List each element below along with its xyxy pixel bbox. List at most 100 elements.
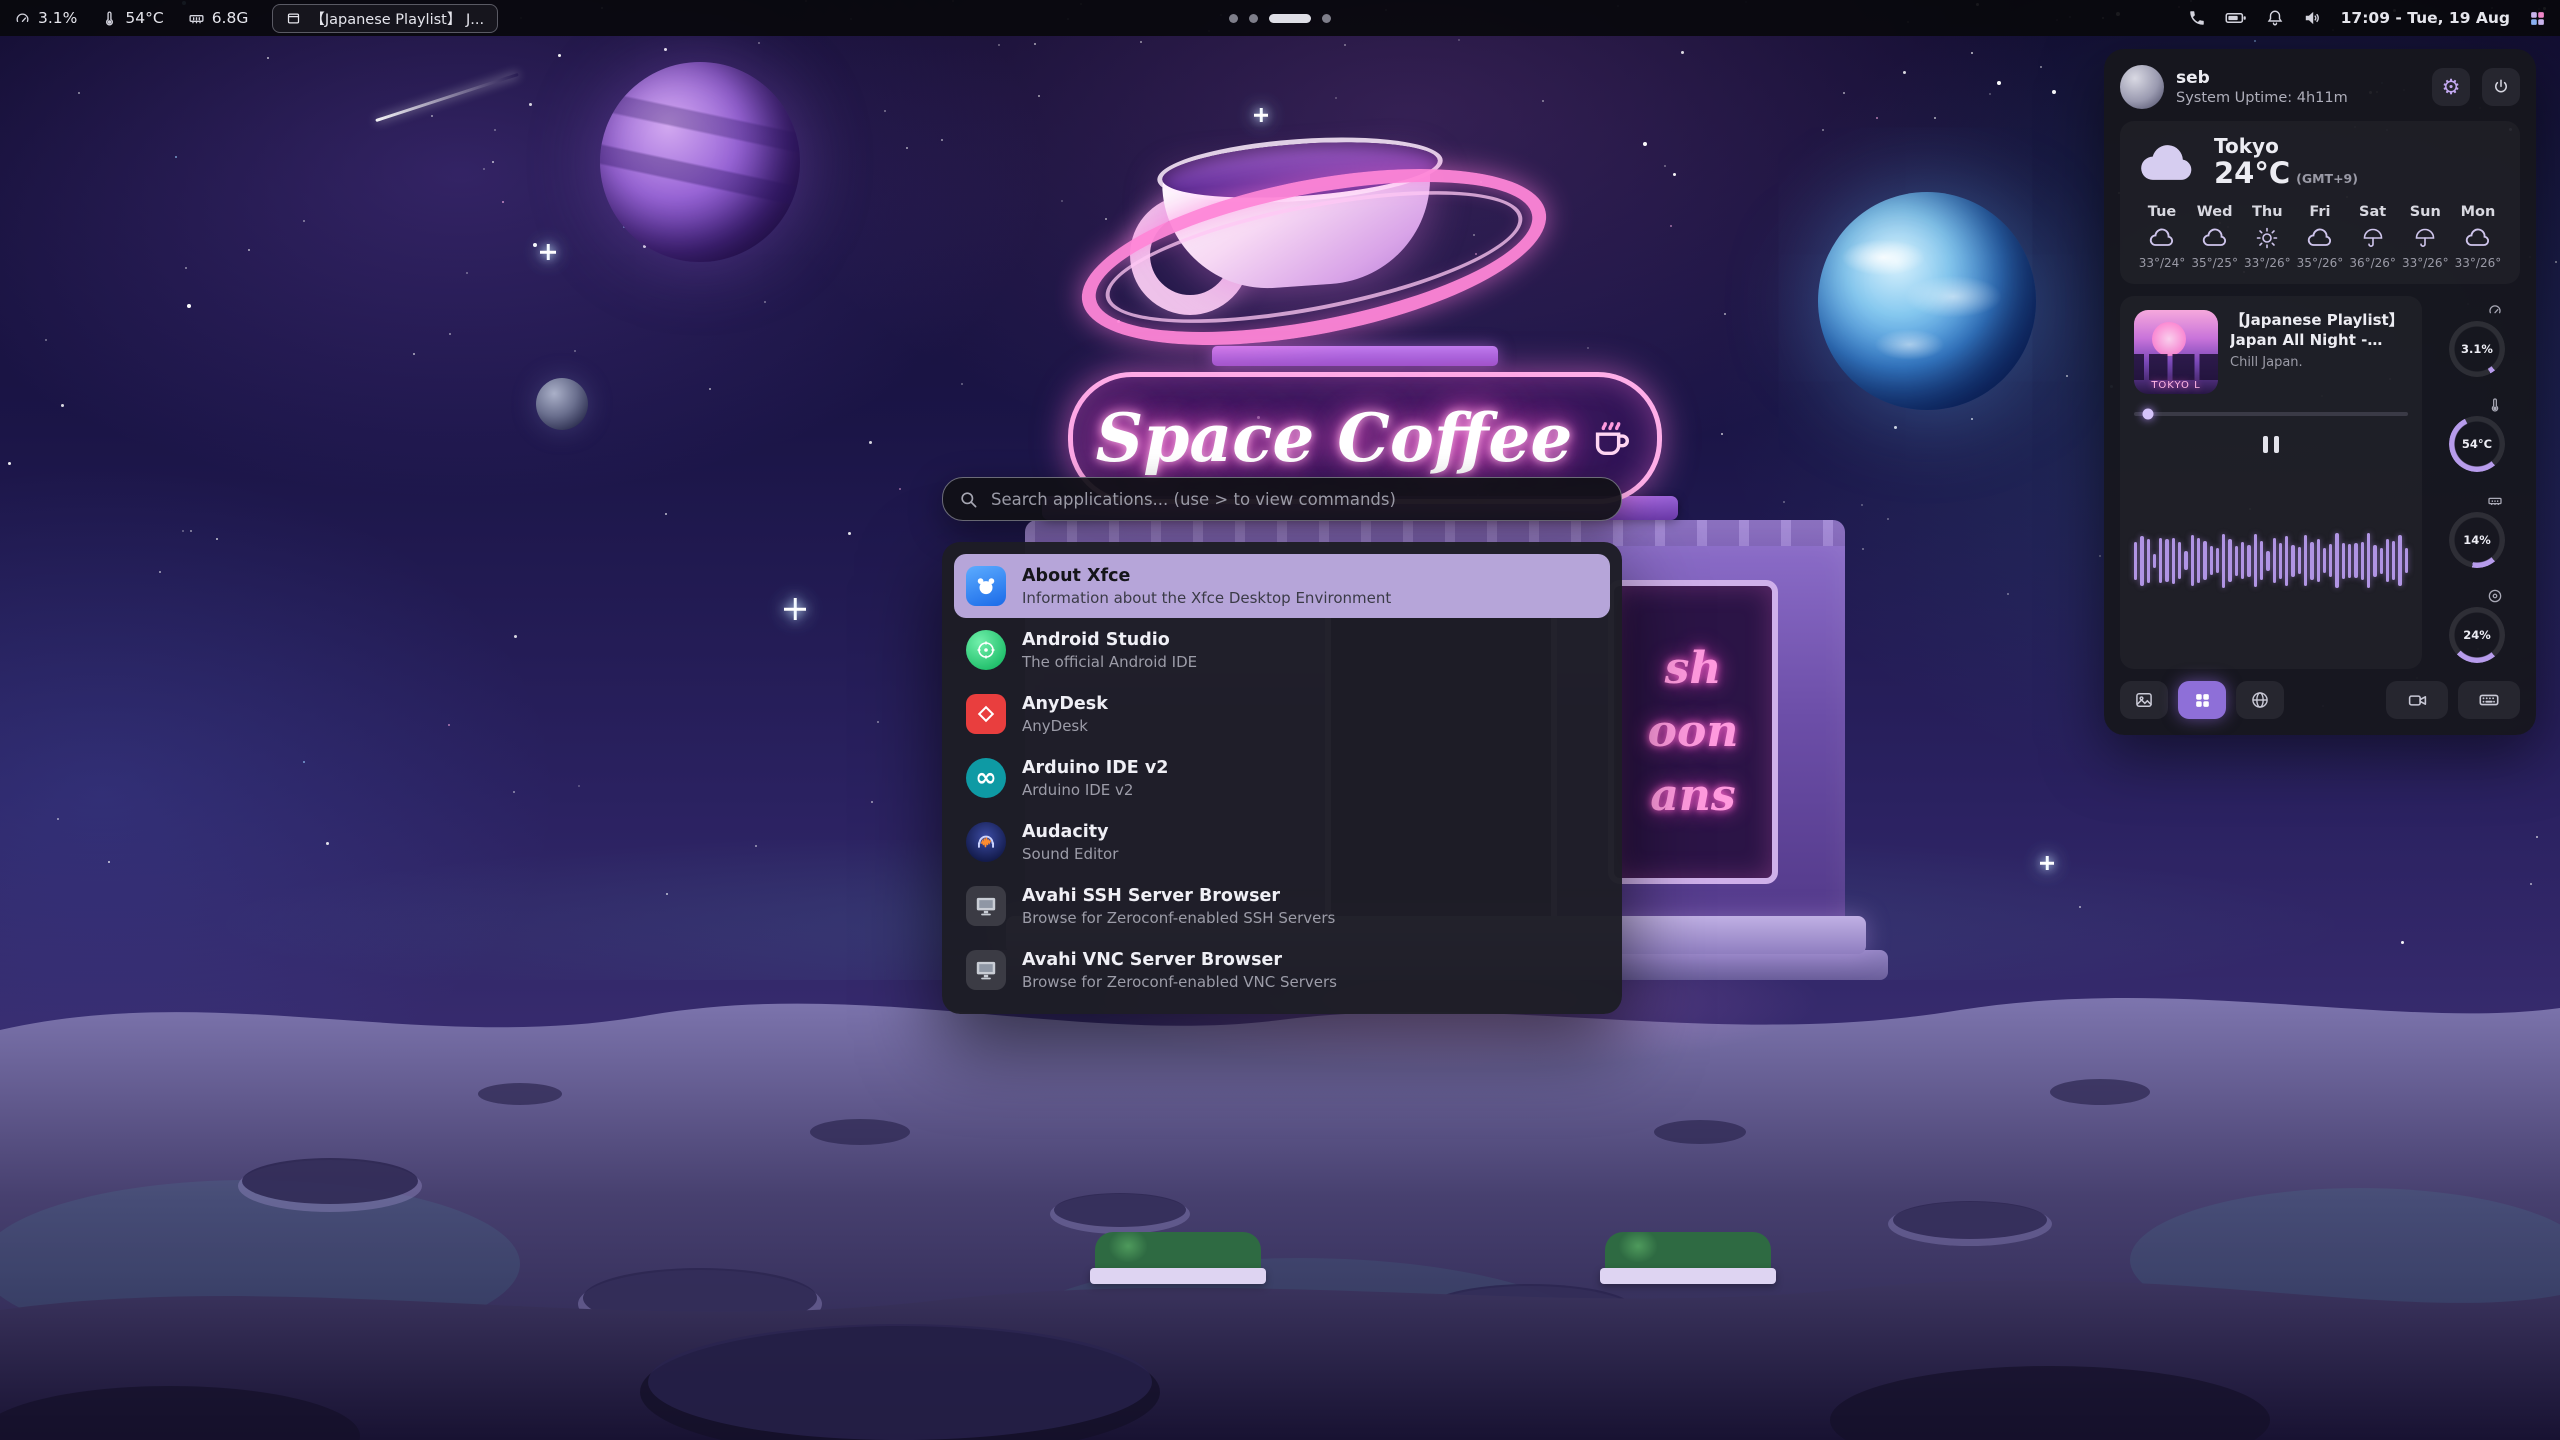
cpu-usage-value: 3.1% bbox=[38, 9, 77, 27]
apps-button[interactable] bbox=[2178, 681, 2226, 719]
clock[interactable]: 17:09 - Tue, 19 Aug bbox=[2341, 9, 2510, 27]
weather-city: Tokyo bbox=[2214, 135, 2358, 158]
settings-button[interactable]: ⚙ bbox=[2432, 68, 2470, 106]
globe-icon bbox=[2250, 690, 2270, 710]
cloud-icon bbox=[2464, 226, 2492, 250]
workspace-dot[interactable] bbox=[1229, 14, 1238, 23]
system-uptime: System Uptime: 4h11m bbox=[2176, 90, 2420, 106]
launcher-item-anydesk[interactable]: AnyDesk AnyDesk bbox=[954, 682, 1610, 746]
web-button[interactable] bbox=[2236, 681, 2284, 719]
cloud-icon bbox=[2136, 139, 2198, 185]
music-player-card: TOKYO L 【Japanese Playlist】 Japan All Ni… bbox=[2120, 296, 2422, 669]
gallery-button[interactable] bbox=[2120, 681, 2168, 719]
pause-icon bbox=[2274, 436, 2279, 453]
sun-icon bbox=[2253, 226, 2281, 250]
launcher-search-input[interactable] bbox=[989, 489, 1605, 510]
system-gauges: 3.1% 54°C 14% bbox=[2434, 296, 2520, 669]
screen-recorder-button[interactable] bbox=[2386, 681, 2448, 719]
memory-stat: 6.8G bbox=[188, 9, 249, 27]
window-icon bbox=[286, 11, 301, 26]
thermometer-icon bbox=[2487, 397, 2503, 413]
app-subtitle: Information about the Xfce Desktop Envir… bbox=[1022, 589, 1391, 607]
launcher-item-arduino[interactable]: ∞ Arduino IDE v2 Arduino IDE v2 bbox=[954, 746, 1610, 810]
anydesk-logo-icon bbox=[966, 694, 1006, 734]
planter bbox=[1090, 1268, 1266, 1284]
launcher-item-avahi-ssh[interactable]: Avahi SSH Server Browser Browse for Zero… bbox=[954, 874, 1610, 938]
forecast-day: Fri 35°/26° bbox=[2294, 204, 2346, 270]
forecast-day: Thu 33°/26° bbox=[2241, 204, 2293, 270]
app-grid-icon[interactable] bbox=[2529, 10, 2546, 27]
app-subtitle: Sound Editor bbox=[1022, 845, 1118, 863]
workspace-switcher[interactable] bbox=[1229, 0, 1331, 36]
forecast-day: Sat 36°/26° bbox=[2347, 204, 2399, 270]
gauge-value: 3.1% bbox=[2461, 342, 2493, 356]
gauge-value: 14% bbox=[2463, 533, 2491, 547]
bell-icon[interactable] bbox=[2266, 9, 2284, 27]
app-subtitle: AnyDesk bbox=[1022, 717, 1108, 735]
phone-icon[interactable] bbox=[2188, 9, 2206, 27]
taskbar-window-title: 【Japanese Playlist】 J... bbox=[310, 8, 484, 29]
launcher-item-about-xfce[interactable]: About Xfce Information about the Xfce De… bbox=[954, 554, 1610, 618]
progress-knob[interactable] bbox=[2142, 408, 2153, 419]
disk-gauge: 24% bbox=[2449, 588, 2505, 663]
gauge-value: 24% bbox=[2463, 628, 2491, 642]
weather-card: Tokyo 24°C (GMT+9) Tue 33°/24° Wed 35°/2… bbox=[2120, 121, 2520, 284]
ram-icon bbox=[188, 10, 205, 27]
launcher-item-avahi-vnc[interactable]: Avahi VNC Server Browser Browse for Zero… bbox=[954, 938, 1610, 1002]
track-progress-bar[interactable] bbox=[2134, 412, 2408, 416]
pause-button[interactable] bbox=[2250, 429, 2292, 461]
star-sparkle bbox=[784, 598, 806, 620]
track-title: 【Japanese Playlist】 Japan All Night - To… bbox=[2230, 310, 2408, 351]
launcher-results: About Xfce Information about the Xfce De… bbox=[942, 542, 1622, 1014]
planter bbox=[1600, 1268, 1776, 1284]
app-subtitle: The official Android IDE bbox=[1022, 653, 1197, 671]
hedge bbox=[1095, 1232, 1261, 1272]
battery-icon[interactable] bbox=[2225, 9, 2247, 27]
system-stats: 3.1% 54°C 6.8G 【Japanese Playlist】 J... bbox=[14, 4, 498, 33]
avatar[interactable] bbox=[2120, 65, 2164, 109]
workspace-dot[interactable] bbox=[1322, 14, 1331, 23]
workspace-dot[interactable] bbox=[1249, 14, 1258, 23]
window-neon-line: sh bbox=[1665, 639, 1722, 698]
power-icon bbox=[2492, 78, 2510, 96]
weather-temp: 24°C bbox=[2214, 158, 2290, 190]
power-button[interactable] bbox=[2482, 68, 2520, 106]
track-artist: Chill Japan. bbox=[2230, 355, 2408, 370]
launcher-item-android-studio[interactable]: Android Studio The official Android IDE bbox=[954, 618, 1610, 682]
launcher-search-bar[interactable] bbox=[942, 477, 1622, 521]
system-tray: 17:09 - Tue, 19 Aug bbox=[2188, 9, 2546, 27]
app-title: Android Studio bbox=[1022, 630, 1197, 650]
magnifier-icon bbox=[959, 490, 978, 509]
app-title: Avahi SSH Server Browser bbox=[1022, 886, 1335, 906]
user-header: seb System Uptime: 4h11m ⚙ bbox=[2120, 65, 2520, 109]
widget-action-bar bbox=[2120, 681, 2520, 719]
taskbar-window-button[interactable]: 【Japanese Playlist】 J... bbox=[272, 4, 498, 33]
keyboard-button[interactable] bbox=[2458, 681, 2520, 719]
app-title: About Xfce bbox=[1022, 566, 1391, 586]
umbrella-icon bbox=[2359, 226, 2387, 250]
desktop: sh oon ans Space Coffee bbox=[0, 0, 2560, 1440]
launcher-item-audacity[interactable]: Audacity Sound Editor bbox=[954, 810, 1610, 874]
weather-current: Tokyo 24°C (GMT+9) bbox=[2136, 135, 2504, 190]
window-neon-line: oon bbox=[1648, 702, 1739, 761]
dashboard-widget: seb System Uptime: 4h11m ⚙ Tokyo 24°C bbox=[2104, 49, 2536, 735]
sign-marquee bbox=[1212, 346, 1498, 366]
workspace-active[interactable] bbox=[1269, 14, 1311, 23]
weather-forecast: Tue 33°/24° Wed 35°/25° Thu 33°/26° bbox=[2136, 204, 2504, 270]
monitor-icon bbox=[966, 886, 1006, 926]
monitor-icon bbox=[966, 950, 1006, 990]
hedge bbox=[1605, 1232, 1771, 1272]
app-subtitle: Arduino IDE v2 bbox=[1022, 781, 1168, 799]
volume-icon[interactable] bbox=[2303, 9, 2322, 27]
gauge-value: 54°C bbox=[2462, 437, 2492, 451]
coffee-cup-icon bbox=[1588, 415, 1634, 461]
cpu-gauge: 3.1% bbox=[2449, 302, 2505, 377]
gear-icon: ⚙ bbox=[2442, 75, 2461, 100]
weather-timezone: (GMT+9) bbox=[2296, 172, 2358, 186]
album-art[interactable]: TOKYO L bbox=[2134, 310, 2218, 394]
memory-value: 6.8G bbox=[212, 9, 249, 27]
cpu-temp-value: 54°C bbox=[125, 9, 163, 27]
forecast-day: Sun 33°/26° bbox=[2399, 204, 2451, 270]
keyboard-icon bbox=[2478, 689, 2500, 711]
forecast-day: Wed 35°/25° bbox=[2189, 204, 2241, 270]
